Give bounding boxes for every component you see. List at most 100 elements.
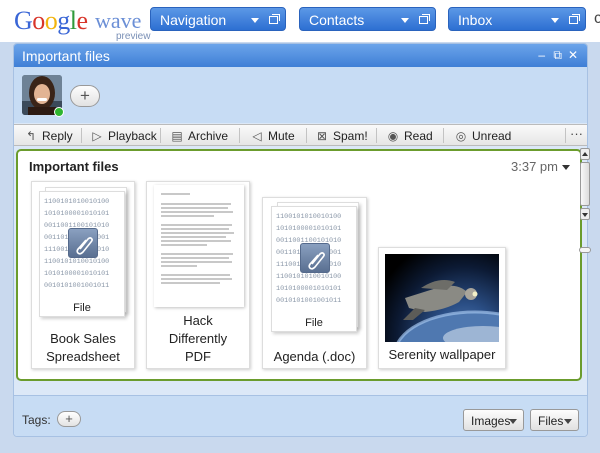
wave-toolbar: ↰ Reply ▷ Playback ▤ Archive ◁ Mute ⊠ Spam! ◉…: [14, 124, 587, 146]
doc-line: [161, 224, 233, 226]
spam-button[interactable]: ⊠ Spam!: [315, 125, 368, 147]
minimize-icon[interactable]: –: [538, 48, 545, 62]
file-type-label: File: [73, 302, 91, 314]
blip-scrollbar[interactable]: [579, 148, 591, 228]
contacts-panel-header[interactable]: Contacts: [299, 7, 436, 31]
blip-menu-chevron-icon[interactable]: [562, 165, 570, 170]
document-thumbnail: [154, 185, 244, 307]
image-thumbnail: [385, 254, 499, 342]
doc-line: [161, 282, 221, 284]
document-lines: [154, 185, 244, 292]
offscreen-edge-glyph: c: [594, 10, 600, 27]
scroll-up-button[interactable]: [580, 148, 590, 160]
restore-icon[interactable]: [269, 14, 280, 24]
mute-button[interactable]: ◁ Mute: [250, 125, 295, 147]
divider: [306, 128, 307, 143]
google-wave-logo: Google wave preview: [14, 4, 150, 42]
attachment-name: Hack Differently PDF: [147, 312, 249, 366]
doc-line: [161, 244, 207, 246]
blip-title: Important files: [29, 159, 119, 174]
chevron-down-icon[interactable]: [551, 18, 559, 23]
doc-line: [161, 257, 229, 259]
name-line-1: Book Sales: [50, 331, 116, 346]
participants-bar: +: [14, 67, 587, 123]
doc-line: [161, 215, 215, 217]
paperclip-icon: [300, 243, 330, 273]
close-icon[interactable]: ✕: [568, 48, 578, 62]
inbox-panel-header[interactable]: Inbox: [448, 7, 586, 31]
scroll-down-button[interactable]: [580, 208, 590, 220]
archive-button[interactable]: ▤ Archive: [170, 125, 228, 147]
doc-line: [161, 265, 198, 267]
name-line-1: Serenity wallpaper: [388, 347, 496, 362]
blip[interactable]: Important files 3:37 pm 1100101010010100…: [16, 149, 582, 381]
wave-title: Important files: [22, 48, 110, 64]
scroll-thumb[interactable]: [580, 162, 590, 206]
files-button[interactable]: Files: [530, 409, 579, 431]
chevron-down-icon: [564, 419, 572, 424]
doc-line: [161, 211, 234, 213]
restore-icon[interactable]: [419, 14, 430, 24]
name-line-1: Hack: [183, 313, 213, 328]
inbox-label: Inbox: [458, 12, 493, 28]
archive-icon: ▤: [171, 129, 183, 143]
playback-button[interactable]: ▷ Playback: [90, 125, 157, 147]
read-icon: ◉: [387, 129, 399, 143]
blip-timestamp: 3:37 pm: [511, 159, 558, 174]
navigation-panel-header[interactable]: Navigation: [150, 7, 286, 31]
divider: [81, 128, 82, 143]
paperclip-icon: [68, 228, 98, 258]
divider: [565, 128, 566, 143]
tags-label: Tags:: [22, 413, 51, 427]
thumb-front: 1100101010010100 1010100001010101 001100…: [39, 191, 125, 317]
chevron-down-icon: [509, 419, 517, 424]
reply-label: Reply: [42, 129, 73, 143]
name-line-3: PDF: [185, 349, 211, 364]
add-participant-button[interactable]: +: [70, 85, 100, 107]
read-button[interactable]: ◉ Read: [386, 125, 433, 147]
unread-label: Unread: [472, 129, 512, 143]
doc-line: [161, 253, 234, 255]
attachment-agenda[interactable]: 1100101010010100 1010100001010101 001100…: [262, 197, 367, 369]
divider: [160, 128, 161, 143]
doc-line: [161, 207, 228, 209]
mute-label: Mute: [268, 129, 295, 143]
chevron-down-icon[interactable]: [401, 18, 409, 23]
file-type-label: File: [305, 317, 323, 329]
doc-line: [161, 193, 190, 195]
images-button[interactable]: Images: [463, 409, 524, 431]
wave-panel: Important files – ⧉ ✕ + ↰ Reply ▷ Playback…: [13, 43, 588, 437]
wave-footer: Tags: + Images Files: [14, 395, 587, 436]
spam-label: Spam!: [333, 129, 368, 143]
restore-icon[interactable]: ⧉: [553, 48, 562, 63]
file-thumbnail: 1100101010010100 1010100001010101 001100…: [39, 187, 127, 317]
read-label: Read: [404, 129, 433, 143]
thumb-front: 1100101010010100 1010100001010101 001100…: [271, 206, 357, 332]
spam-icon: ⊠: [316, 129, 328, 143]
more-actions-button[interactable]: ···: [570, 126, 583, 141]
navigation-label: Navigation: [160, 12, 227, 28]
archive-label: Archive: [188, 129, 229, 143]
logo-preview: preview: [116, 31, 151, 42]
add-tag-button[interactable]: +: [57, 411, 81, 427]
chevron-down-icon[interactable]: [251, 18, 259, 23]
attachment-serenity-wallpaper[interactable]: Serenity wallpaper: [378, 247, 506, 369]
wave-title-bar: Important files – ⧉ ✕: [14, 44, 587, 67]
doc-line: [161, 203, 231, 205]
restore-icon[interactable]: [569, 14, 580, 24]
logo-google: Google: [14, 6, 88, 35]
attachment-name: Serenity wallpaper: [379, 346, 505, 364]
divider: [443, 128, 444, 143]
unread-button[interactable]: ◎ Unread: [454, 125, 512, 147]
playback-icon: ▷: [92, 129, 102, 143]
attachment-hack-differently[interactable]: Hack Differently PDF: [146, 181, 250, 369]
name-line-1: Agenda (.doc): [273, 349, 356, 364]
doc-line: [161, 261, 232, 263]
doc-line: [161, 240, 231, 242]
playback-label: Playback: [108, 129, 157, 143]
doc-line: [161, 274, 231, 276]
scroll-position-marker[interactable]: [579, 247, 591, 253]
doc-line: [161, 228, 230, 230]
reply-button[interactable]: ↰ Reply: [24, 125, 73, 147]
attachment-book-sales[interactable]: 1100101010010100 1010100001010101 001100…: [31, 181, 135, 369]
